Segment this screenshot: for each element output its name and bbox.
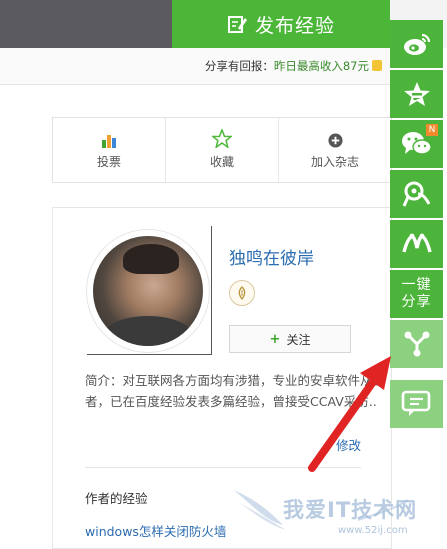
share-network-button[interactable]: [390, 320, 443, 368]
star-outline-icon: [212, 129, 232, 148]
renren-share-button[interactable]: [390, 220, 443, 268]
author-name[interactable]: 独鸣在彼岸: [229, 244, 314, 269]
reward-bar: 分享有回报：昨日最高收入87元: [0, 48, 390, 85]
avatar-frame[interactable]: [87, 230, 209, 352]
plus-icon: +: [269, 331, 281, 347]
qzone-star-icon: [403, 82, 430, 106]
feedback-chat-icon: [401, 390, 430, 416]
avatar-frame-line-bottom: [87, 354, 212, 355]
follow-label: 关注: [286, 332, 311, 347]
author-experience-heading: 作者的经验: [85, 491, 148, 506]
favorite-button[interactable]: 收藏: [166, 118, 279, 182]
author-bio: 简介：对互联网各方面均有涉猎，专业的安卓软件从业者，已在百度经验发表多篇经验，曾…: [85, 373, 386, 409]
weibo-icon: [403, 33, 430, 55]
watermark-url: www.52ij.com: [338, 525, 408, 536]
edit-icon: [227, 16, 247, 33]
reward-prefix: 分享有回报：: [204, 59, 274, 73]
coin-icon: [372, 60, 382, 71]
one-click-share-button[interactable]: 一键 分享: [390, 270, 443, 318]
renren-icon: [401, 233, 432, 253]
vote-label: 投票: [96, 155, 121, 169]
vote-button[interactable]: 投票: [53, 118, 166, 182]
weibo-share-button[interactable]: [390, 20, 443, 68]
level-badge-icon: [229, 280, 255, 306]
bar-chart-icon: [101, 130, 117, 148]
experience-link[interactable]: windows怎样关闭防火墙: [85, 521, 226, 540]
favorite-label: 收藏: [209, 155, 234, 169]
share-network-icon: [404, 331, 429, 357]
watermark-text: 我爱IT技术网: [283, 498, 418, 522]
plus-circle-icon: [327, 130, 343, 148]
qzone-share-button[interactable]: [390, 70, 443, 118]
edit-link[interactable]: 修改: [336, 435, 361, 454]
reward-text[interactable]: 昨日最高收入87元: [274, 59, 369, 73]
follow-button[interactable]: + 关注: [229, 325, 351, 353]
action-bar: 投票 收藏 加入杂志: [52, 117, 392, 183]
avatar-frame-line: [211, 226, 212, 354]
share-label-line-2: 分享: [401, 294, 432, 310]
publish-experience-button[interactable]: 发布经验: [172, 0, 390, 48]
add-to-magazine-label: 加入杂志: [310, 155, 359, 169]
wechat-share-button[interactable]: N: [390, 120, 443, 168]
publish-label: 发布经验: [254, 14, 335, 37]
feedback-button[interactable]: [390, 380, 443, 428]
tieba-icon: [402, 181, 430, 207]
new-badge: N: [426, 124, 438, 136]
reward-info: 分享有回报：昨日最高收入87元: [205, 58, 382, 74]
share-label-line-1: 一键: [401, 277, 432, 293]
divider: [85, 467, 361, 468]
tieba-share-button[interactable]: [390, 170, 443, 218]
add-to-magazine-button[interactable]: 加入杂志: [279, 118, 391, 182]
avatar: [93, 236, 203, 346]
